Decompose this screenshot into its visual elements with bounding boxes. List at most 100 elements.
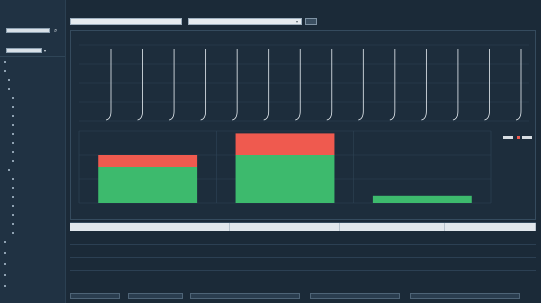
sidebar-item[interactable] [12,123,70,128]
bullet-icon [12,205,14,207]
bullet-icon [4,263,6,265]
spike-line [168,49,175,121]
sidebar-item[interactable] [12,204,70,209]
legend-control [522,136,532,139]
bullet-icon [12,151,14,153]
footer-select[interactable] [70,293,120,299]
bar-segment [372,195,472,203]
sidebar: ⌕ ▾ [0,0,66,303]
table-cell [445,233,536,245]
bullet-icon [4,70,6,72]
bullet-icon [12,115,14,117]
chevron-down-icon[interactable]: ▾ [44,48,48,53]
bullet-icon [8,169,10,171]
search-icon[interactable]: ⌕ [54,27,62,34]
sidebar-select[interactable] [6,48,42,53]
spike-line [358,49,364,121]
table-cell [340,259,445,271]
sidebar-item[interactable] [8,78,66,83]
footer-select[interactable] [310,293,400,299]
spike-line [389,49,396,121]
table-header-cell[interactable] [70,223,230,231]
data-table [70,222,536,280]
sidebar-item[interactable] [4,240,62,245]
bullet-icon [12,133,14,135]
sidebar-item[interactable] [12,186,70,191]
sidebar-item[interactable] [4,284,62,289]
bullet-icon [4,241,6,243]
sidebar-item[interactable] [8,168,66,173]
table-cell [70,233,230,245]
bar-segment [235,155,335,203]
filter-select-1[interactable] [70,18,182,25]
table-cell [230,233,340,245]
table-header-cell[interactable] [230,223,340,231]
footer-panel [70,282,536,302]
table-header-cell[interactable] [445,223,536,231]
spike-line [484,49,490,121]
sidebar-item[interactable] [4,69,62,74]
app-logo [6,5,56,21]
sidebar-item[interactable] [12,114,70,119]
table-cell [70,246,230,258]
bullet-icon [12,196,14,198]
spike-line [105,49,112,121]
spike-line [137,49,143,121]
chart-panel [70,30,536,220]
bullet-icon [12,232,14,234]
sidebar-item[interactable] [4,251,62,256]
footer-left-label [70,282,270,288]
divider [0,56,65,57]
filter-select-2[interactable] [188,18,302,25]
table-cell [70,259,230,271]
sidebar-item[interactable] [12,159,70,164]
bullet-icon [12,187,14,189]
chevron-down-icon: ▾ [296,19,299,24]
sidebar-item[interactable] [12,231,70,236]
bar-segment [235,133,335,155]
sidebar-item[interactable] [4,273,62,278]
footer-select[interactable] [410,293,520,299]
table-cell [445,246,536,258]
sidebar-item[interactable] [12,177,70,182]
bullet-icon [12,124,14,126]
spike-line [515,49,522,121]
sidebar-item[interactable] [4,60,62,65]
table-cell [340,246,445,258]
footer-select[interactable] [190,293,300,299]
sidebar-item[interactable] [12,105,70,110]
bullet-icon [12,223,14,225]
sidebar-item[interactable] [12,132,70,137]
apply-button[interactable] [305,18,317,25]
chart-canvas [78,44,532,204]
bullet-icon [4,61,6,63]
bullet-icon [4,285,6,287]
sidebar-item[interactable] [8,87,66,92]
table-header-cell[interactable] [340,223,445,231]
sidebar-item[interactable] [12,96,70,101]
sidebar-search-input[interactable] [6,28,50,33]
bullet-icon [12,214,14,216]
spike-line [326,49,333,121]
footer-select[interactable] [128,293,183,299]
table-cell [230,259,340,271]
sidebar-item[interactable] [12,222,70,227]
table-cell [445,259,536,271]
bullet-icon [12,142,14,144]
sidebar-item[interactable] [12,141,70,146]
sidebar-item[interactable] [12,150,70,155]
bullet-icon [4,274,6,276]
bullet-icon [12,97,14,99]
breadcrumb [67,2,541,14]
footer-right-label [310,282,510,288]
legend-control [503,136,513,139]
spike-line [421,49,427,121]
bullet-icon [12,178,14,180]
table-cell [340,233,445,245]
sidebar-item[interactable] [12,213,70,218]
sidebar-item[interactable] [12,195,70,200]
bullet-icon [8,79,10,81]
spike-line [263,49,270,121]
sidebar-item[interactable] [4,262,62,267]
bullet-icon [12,106,14,108]
